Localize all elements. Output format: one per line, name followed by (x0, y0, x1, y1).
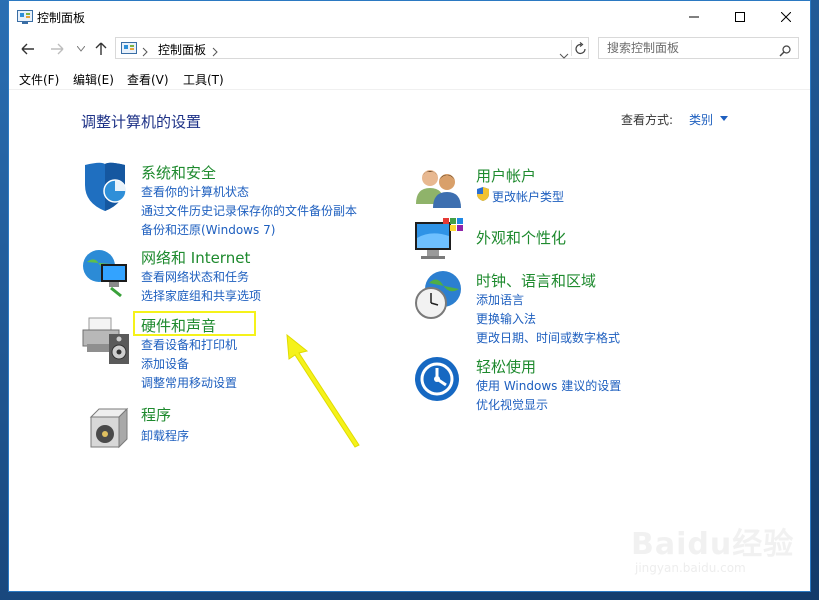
shield-icon[interactable] (81, 161, 133, 213)
printer-speaker-icon[interactable] (81, 314, 133, 366)
monitor-palette-icon[interactable] (413, 216, 465, 268)
category-title[interactable]: 用户帐户 (476, 165, 536, 186)
link-file-history-backup[interactable]: 通过文件历史记录保存你的文件备份副本 (141, 202, 357, 219)
menu-edit[interactable]: 编辑(E) (73, 71, 114, 88)
menu-divider (9, 89, 810, 90)
link-optimize-visual-display[interactable]: 优化视觉显示 (476, 396, 548, 413)
ease-of-access-icon[interactable] (413, 355, 465, 407)
control-panel-window: 控制面板 控制面板 搜索控制面板 文件(F) 编辑(E) 查看(V) 工具(T)… (8, 0, 811, 592)
chevron-right-icon[interactable] (142, 42, 148, 61)
search-input[interactable] (599, 38, 777, 58)
view-by-label: 查看方式: (621, 113, 674, 127)
link-change-input-method[interactable]: 更换输入法 (476, 310, 536, 327)
link-backup-restore[interactable]: 备份和还原(Windows 7) (141, 221, 275, 238)
link-uninstall-program[interactable]: 卸载程序 (141, 427, 189, 444)
watermark-brand: Baidu经验 (631, 527, 795, 562)
up-button[interactable] (91, 39, 111, 59)
menu-file[interactable]: 文件(F) (19, 71, 59, 88)
back-button[interactable] (18, 39, 38, 59)
users-icon[interactable] (413, 164, 465, 216)
watermark-url: jingyan.baidu.com (635, 561, 746, 575)
category-title[interactable]: 网络和 Internet (141, 247, 250, 268)
category-title[interactable]: 外观和个性化 (476, 227, 566, 248)
link-change-account-type[interactable]: 更改帐户类型 (492, 188, 564, 205)
category-title[interactable]: 轻松使用 (476, 356, 536, 377)
link-add-language[interactable]: 添加语言 (476, 291, 524, 308)
link-mobility-settings[interactable]: 调整常用移动设置 (141, 374, 237, 391)
link-devices-printers[interactable]: 查看设备和打印机 (141, 336, 237, 353)
link-view-computer-status[interactable]: 查看你的计算机状态 (141, 183, 249, 200)
category-title[interactable]: 系统和安全 (141, 162, 216, 183)
maximize-button[interactable] (717, 1, 763, 32)
navigation-bar: 控制面板 (9, 35, 810, 63)
breadcrumb-control-panel[interactable]: 控制面板 (158, 41, 206, 58)
search-box (598, 37, 799, 59)
recent-locations-button[interactable] (71, 39, 91, 59)
window-title: 控制面板 (37, 11, 86, 25)
refresh-icon[interactable] (575, 41, 587, 60)
minimize-button[interactable] (671, 1, 717, 32)
control-panel-icon (121, 41, 137, 60)
category-title[interactable]: 程序 (141, 404, 171, 425)
highlight-box (133, 311, 256, 336)
address-bar[interactable]: 控制面板 (115, 37, 589, 59)
link-change-date-time-format[interactable]: 更改日期、时间或数字格式 (476, 329, 620, 346)
control-panel-icon (17, 9, 33, 28)
forward-button[interactable] (47, 39, 67, 59)
menu-view[interactable]: 查看(V) (127, 71, 169, 88)
link-windows-suggested-settings[interactable]: 使用 Windows 建议的设置 (476, 377, 621, 394)
link-network-status[interactable]: 查看网络状态和任务 (141, 268, 249, 285)
chevron-down-icon[interactable] (720, 116, 728, 121)
programs-icon[interactable] (81, 403, 133, 455)
chevron-down-icon[interactable] (559, 44, 569, 63)
address-divider (571, 40, 572, 56)
search-icon[interactable] (779, 42, 791, 61)
annotation-arrow-icon (286, 333, 360, 448)
close-button[interactable] (763, 1, 809, 32)
clock-globe-icon[interactable] (413, 269, 465, 321)
page-title: 调整计算机的设置 (81, 113, 202, 131)
menu-tools[interactable]: 工具(T) (183, 71, 224, 88)
category-title[interactable]: 时钟、语言和区域 (476, 270, 596, 291)
title-bar[interactable]: 控制面板 (9, 1, 810, 32)
view-by-dropdown[interactable]: 类别 (689, 111, 713, 128)
chevron-right-icon[interactable] (212, 42, 218, 61)
link-homegroup-sharing[interactable]: 选择家庭组和共享选项 (141, 287, 261, 304)
uac-shield-icon (476, 186, 490, 205)
menu-bar: 文件(F) 编辑(E) 查看(V) 工具(T) (9, 67, 810, 89)
link-add-device[interactable]: 添加设备 (141, 355, 189, 372)
network-globe-icon[interactable] (81, 246, 133, 298)
